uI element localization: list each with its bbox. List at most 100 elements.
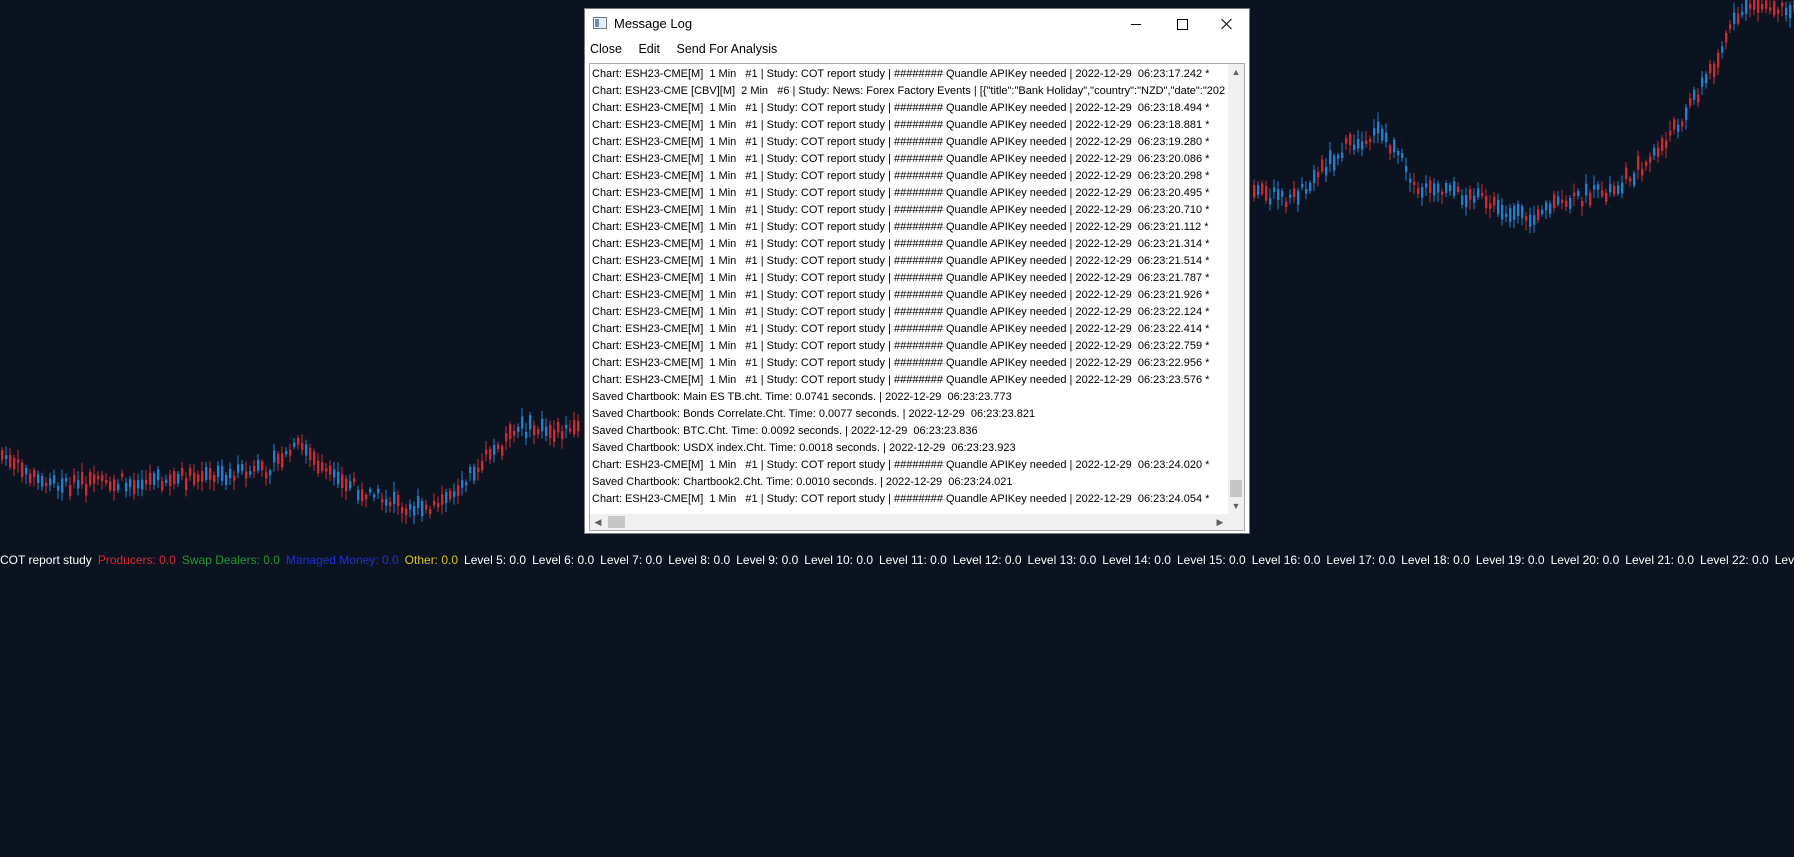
message-log-window: Message Log Close Edit Send For Analysis… (584, 8, 1250, 534)
log-entry[interactable]: Chart: ESH23-CME[M] 1 Min #1 | Study: CO… (592, 338, 1228, 355)
candle-body (1745, 0, 1748, 15)
scroll-up-arrow-icon[interactable]: ▲ (1228, 64, 1244, 80)
candle-body (417, 495, 420, 508)
candle-body (441, 494, 444, 505)
candle-body (1605, 192, 1608, 202)
vertical-scrollbar[interactable]: ▲ ▼ (1228, 64, 1244, 514)
log-entry[interactable]: Chart: ESH23-CME[M] 1 Min #1 | Study: CO… (592, 457, 1228, 474)
candle-body (393, 491, 396, 504)
candle-body (273, 450, 276, 463)
candle-body (1577, 190, 1580, 196)
candle-body (1625, 167, 1628, 180)
candle-body (509, 424, 512, 439)
candle-body (321, 462, 324, 471)
candle-body (301, 442, 304, 450)
candle-body (1561, 199, 1564, 204)
candle-body (1701, 77, 1704, 87)
log-entry[interactable]: Chart: ESH23-CME[M] 1 Min #1 | Study: CO… (592, 236, 1228, 253)
candle-body (61, 478, 64, 493)
log-entry[interactable]: Chart: ESH23-CME[M] 1 Min #1 | Study: CO… (592, 355, 1228, 372)
cot-value-label: Swap Dealers: 0.0 (181, 553, 280, 567)
log-entry[interactable]: Saved Chartbook: Main ES TB.cht. Time: 0… (592, 389, 1228, 406)
horizontal-scrollbar[interactable]: ◀ ▶ (590, 514, 1228, 530)
log-entry[interactable]: Chart: ESH23-CME[M] 1 Min #1 | Study: CO… (592, 117, 1228, 134)
candle-body (1541, 209, 1544, 215)
log-entry[interactable]: Chart: ESH23-CME [CBV][M] 2 Min #6 | Stu… (592, 83, 1228, 100)
log-entry[interactable]: Chart: ESH23-CME[M] 1 Min #1 | Study: CO… (592, 270, 1228, 287)
log-entry[interactable]: Saved Chartbook: BTC.Cht. Time: 0.0092 s… (592, 423, 1228, 440)
log-entry[interactable]: Chart: ESH23-CME[M] 1 Min #1 | Study: CO… (592, 219, 1228, 236)
log-entry[interactable]: Chart: ESH23-CME[M] 1 Min #1 | Study: CO… (592, 321, 1228, 338)
candle-body (337, 471, 340, 485)
candle-body (249, 471, 252, 475)
log-entry[interactable]: Chart: ESH23-CME[M] 1 Min #1 | Study: CO… (592, 185, 1228, 202)
candle-body (401, 507, 404, 514)
vertical-scroll-thumb[interactable] (1230, 480, 1242, 497)
candle-body (325, 468, 328, 472)
log-entry[interactable]: Chart: ESH23-CME[M] 1 Min #1 | Study: CO… (592, 202, 1228, 219)
candle-body (1329, 150, 1332, 165)
candle-body (157, 469, 160, 481)
candle-body (1397, 150, 1400, 156)
candle-body (1333, 155, 1336, 171)
log-entry[interactable]: Saved Chartbook: USDX index.Cht. Time: 0… (592, 440, 1228, 457)
cot-value-label: Level 15: 0.0 (1176, 553, 1246, 567)
candle-body (521, 416, 524, 429)
maximize-button[interactable] (1159, 9, 1205, 39)
cot-value-label: COT report study (0, 553, 92, 567)
log-entry[interactable]: Chart: ESH23-CME[M] 1 Min #1 | Study: CO… (592, 287, 1228, 304)
log-frame: Chart: ESH23-CME[M] 1 Min #1 | Study: CO… (589, 63, 1245, 531)
candle-body (1669, 130, 1672, 136)
candle-body (89, 471, 92, 485)
candle-body (289, 449, 292, 456)
candle-body (1741, 11, 1744, 16)
candle-body (93, 474, 96, 484)
log-entry[interactable]: Chart: ESH23-CME[M] 1 Min #1 | Study: CO… (592, 253, 1228, 270)
candle-body (421, 501, 424, 517)
candle-body (1449, 184, 1452, 192)
candle-body (105, 480, 108, 484)
scroll-left-arrow-icon[interactable]: ◀ (590, 514, 606, 530)
candle-body (177, 473, 180, 484)
candle-body (1681, 121, 1684, 127)
close-window-button[interactable] (1204, 9, 1250, 39)
candle-body (237, 464, 240, 473)
menu-send-for-analysis[interactable]: Send For Analysis (676, 42, 777, 56)
scroll-corner (1228, 514, 1244, 530)
candle-body (1653, 147, 1656, 156)
log-list[interactable]: Chart: ESH23-CME[M] 1 Min #1 | Study: CO… (590, 64, 1228, 514)
menu-edit[interactable]: Edit (638, 42, 660, 56)
title-bar[interactable]: Message Log (585, 9, 1249, 39)
candle-body (517, 426, 520, 432)
log-entry[interactable]: Chart: ESH23-CME[M] 1 Min #1 | Study: CO… (592, 168, 1228, 185)
horizontal-scroll-thumb[interactable] (608, 516, 625, 528)
candle-body (1589, 192, 1592, 206)
candle-body (25, 467, 28, 475)
minimize-button[interactable] (1113, 9, 1159, 39)
log-entry[interactable]: Chart: ESH23-CME[M] 1 Min #1 | Study: CO… (592, 100, 1228, 117)
candle-body (129, 479, 132, 488)
candle-body (1761, 4, 1764, 10)
candle-body (573, 420, 576, 435)
log-entry[interactable]: Chart: ESH23-CME[M] 1 Min #1 | Study: CO… (592, 134, 1228, 151)
log-entry[interactable]: Chart: ESH23-CME[M] 1 Min #1 | Study: CO… (592, 66, 1228, 83)
candle-body (1349, 133, 1352, 146)
cot-value-label: Level 11: 0.0 (879, 553, 947, 567)
candle-body (561, 431, 564, 440)
log-entry[interactable]: Chart: ESH23-CME[M] 1 Min #1 | Study: CO… (592, 491, 1228, 508)
candle-body (341, 474, 344, 489)
scroll-down-arrow-icon[interactable]: ▼ (1228, 498, 1244, 514)
menu-close[interactable]: Close (590, 42, 622, 56)
candle-body (1773, 1, 1776, 16)
candle-body (1533, 215, 1536, 225)
log-entry[interactable]: Chart: ESH23-CME[M] 1 Min #1 | Study: CO… (592, 151, 1228, 168)
log-entry[interactable]: Saved Chartbook: Chartbook2.Cht. Time: 0… (592, 474, 1228, 491)
candle-body (165, 479, 168, 484)
log-entry[interactable]: Chart: ESH23-CME[M] 1 Min #1 | Study: CO… (592, 304, 1228, 321)
log-entry[interactable]: Saved Chartbook: Bonds Correlate.Cht. Ti… (592, 406, 1228, 423)
candle-body (577, 420, 580, 432)
cot-value-label: Level 8: 0.0 (668, 553, 731, 567)
scroll-right-arrow-icon[interactable]: ▶ (1212, 514, 1228, 530)
log-entry[interactable]: Chart: ESH23-CME[M] 1 Min #1 | Study: CO… (592, 372, 1228, 389)
candle-body (1553, 194, 1556, 209)
